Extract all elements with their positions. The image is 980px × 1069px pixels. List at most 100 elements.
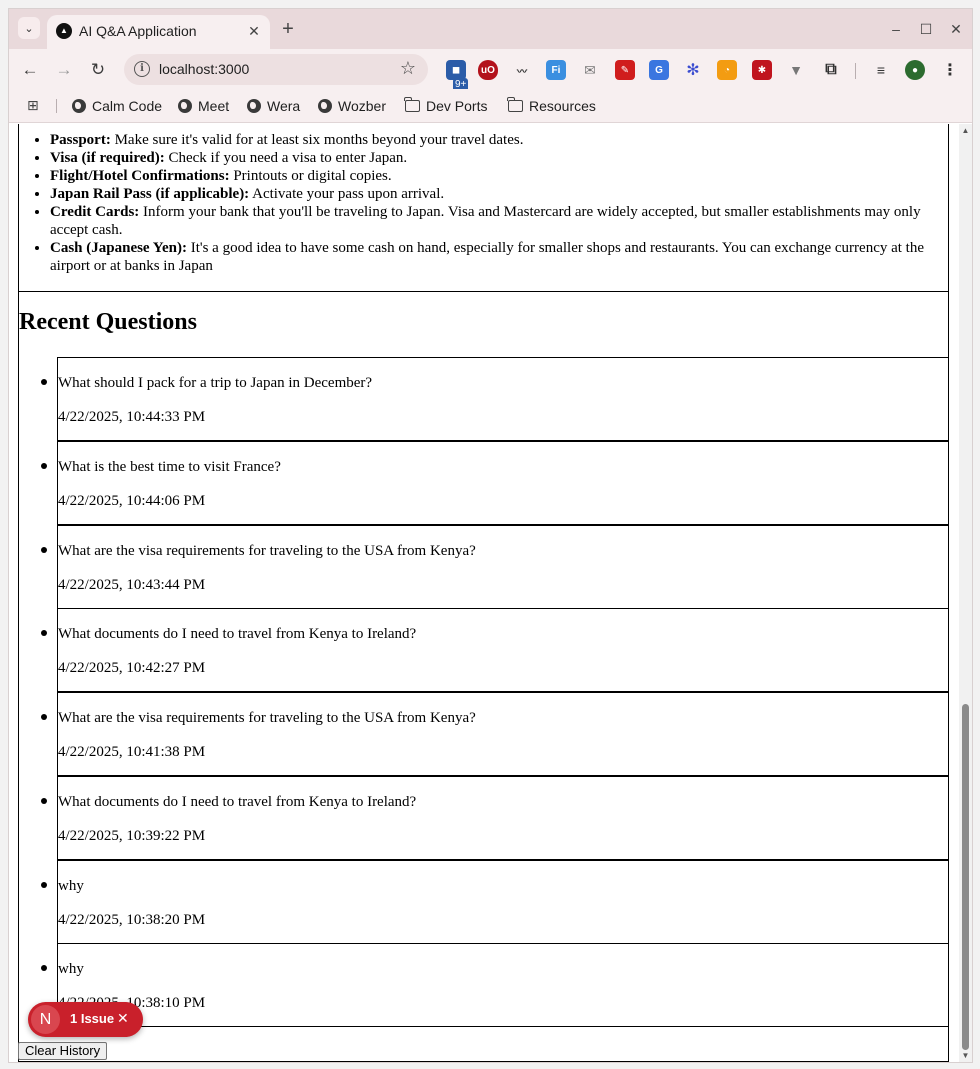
extension-gear-flower-icon[interactable]: ✻	[683, 60, 703, 80]
question-text: What is the best time to visit France?	[58, 459, 281, 475]
maximize-icon[interactable]: ☐	[916, 19, 936, 39]
bullet	[41, 463, 47, 469]
apps-grid-icon[interactable]: ⊞	[27, 98, 41, 112]
reload-icon[interactable]: ↻	[86, 58, 110, 82]
scroll-up-arrow-icon[interactable]: ▲	[961, 126, 970, 135]
answer-text: Check if you need a visa to enter Japan.	[164, 150, 408, 166]
minimize-icon[interactable]: –	[886, 19, 906, 39]
bookmark-resources[interactable]: Resources	[507, 97, 596, 115]
tab-close-icon[interactable]: ✕	[246, 23, 262, 39]
answer-item: Cash (Japanese Yen): It's a good idea to…	[50, 239, 942, 275]
question-timestamp: 4/22/2025, 10:38:20 PM	[58, 912, 206, 928]
ublock-origin-icon[interactable]: uO	[478, 60, 498, 80]
address-url: localhost:3000	[159, 61, 250, 77]
rss-feed-icon[interactable]: ◔	[717, 60, 737, 80]
extensions-puzzle-icon[interactable]: ⧉	[821, 60, 841, 80]
recent-questions-title: Recent Questions	[19, 309, 197, 335]
extension-bitwarden-icon[interactable]: ◼	[446, 60, 466, 80]
bookmark-label: Wozber	[338, 98, 386, 114]
question-text: What documents do I need to travel from …	[58, 794, 417, 810]
bookmarks-separator	[56, 99, 57, 113]
question-text: What are the visa requirements for trave…	[58, 710, 476, 726]
globe-icon	[71, 99, 86, 114]
extension-bug-icon[interactable]: ✱	[752, 60, 772, 80]
bookmark-label: Resources	[529, 98, 596, 114]
media-queue-icon[interactable]: ≡	[871, 60, 891, 80]
question-text: What documents do I need to travel from …	[58, 626, 417, 642]
answer-item: Passport: Make sure it's valid for at le…	[50, 131, 942, 149]
scrollbar-thumb[interactable]	[962, 704, 969, 1050]
mail-icon[interactable]: ✉	[580, 60, 600, 80]
bookmarks-bar: ⊞ Calm Code Meet Wera Wozber Dev Ports R…	[9, 89, 972, 123]
bookmark-label: Calm Code	[92, 98, 163, 114]
google-translate-icon[interactable]: G	[649, 60, 669, 80]
folder-icon	[404, 97, 420, 114]
address-bar[interactable]: i localhost:3000 ☆	[124, 54, 428, 85]
bookmark-label: Meet	[198, 98, 230, 114]
tab-search-chevron-icon[interactable]: ⌄	[18, 17, 40, 39]
answer-text: Activate your pass upon arrival.	[249, 186, 445, 202]
question-item[interactable]: What are the visa requirements for trave…	[41, 692, 949, 776]
answer-text: Printouts or digital copies.	[229, 168, 392, 184]
bullet	[41, 630, 47, 636]
more-menu-icon[interactable]: ⋮	[940, 60, 960, 80]
question-item[interactable]: why 4/22/2025, 10:38:20 PM	[41, 860, 949, 944]
bookmark-label: Dev Ports	[426, 98, 488, 114]
answer-item: Visa (if required): Check if you need a …	[50, 149, 942, 167]
question-item[interactable]: What is the best time to visit France? 4…	[41, 441, 949, 525]
bookmark-wozber[interactable]: Wozber	[317, 97, 386, 115]
answer-list: Passport: Make sure it's valid for at le…	[50, 131, 942, 275]
profile-avatar[interactable]: ●	[905, 60, 925, 80]
question-item[interactable]: What should I pack for a trip to Japan i…	[41, 357, 949, 441]
bookmark-calm-code[interactable]: Calm Code	[71, 97, 162, 115]
extension-mustache-icon[interactable]: 〰	[512, 60, 532, 80]
bookmark-label: Wera	[267, 98, 301, 114]
tab-active[interactable]: ▲ AI Q&A Application ✕	[47, 15, 270, 49]
question-timestamp: 4/22/2025, 10:44:33 PM	[58, 409, 206, 425]
question-item[interactable]: why 4/22/2025, 10:38:10 PM	[41, 943, 949, 1027]
nextjs-issues-overlay[interactable]: N 1 Issue ✕	[28, 1002, 143, 1037]
answer-box: Passport: Make sure it's valid for at le…	[18, 124, 949, 292]
bullet	[41, 547, 47, 553]
bookmark-dev-ports[interactable]: Dev Ports	[404, 97, 488, 115]
question-item[interactable]: What documents do I need to travel from …	[41, 776, 949, 860]
back-arrow-icon[interactable]: ←	[18, 58, 42, 82]
clear-history-button[interactable]: Clear History	[18, 1042, 108, 1060]
answer-item: Flight/Hotel Confirmations: Printouts or…	[50, 167, 942, 185]
question-item[interactable]: What documents do I need to travel from …	[41, 608, 949, 692]
answer-term: Visa (if required):	[50, 150, 165, 166]
bullet	[41, 798, 47, 804]
bookmark-star-icon[interactable]: ☆	[400, 58, 416, 79]
bullet	[41, 965, 47, 971]
question-text: What are the visa requirements for trave…	[58, 543, 476, 559]
question-timestamp: 4/22/2025, 10:42:27 PM	[58, 660, 206, 676]
answer-text: Make sure it's valid for at least six mo…	[110, 132, 524, 148]
window-close-icon[interactable]: ✕	[946, 19, 966, 39]
question-text: why	[58, 878, 84, 894]
bookmark-meet[interactable]: Meet	[177, 97, 229, 115]
nextjs-logo-icon[interactable]: N	[31, 1005, 60, 1034]
tab-title: AI Q&A Application	[79, 23, 197, 39]
question-timestamp: 4/22/2025, 10:43:44 PM	[58, 577, 206, 593]
bullet	[41, 714, 47, 720]
question-item[interactable]: What are the visa requirements for trave…	[41, 525, 949, 609]
answer-item: Japan Rail Pass (if applicable): Activat…	[50, 185, 942, 203]
extension-red-pen-icon[interactable]: ✎	[615, 60, 635, 80]
browser-window: ⌄ ▲ AI Q&A Application ✕ + – ☐ ✕ ← → ↻ i…	[9, 9, 972, 1062]
forward-arrow-icon[interactable]: →	[52, 58, 76, 82]
scroll-down-arrow-icon[interactable]: ▼	[961, 1051, 970, 1060]
new-tab-plus-icon[interactable]: +	[277, 18, 299, 40]
site-info-icon[interactable]: i	[134, 61, 150, 77]
question-text: What should I pack for a trip to Japan i…	[58, 375, 373, 391]
vue-devtools-icon[interactable]: ▼	[786, 60, 806, 80]
answer-term: Flight/Hotel Confirmations:	[50, 168, 230, 184]
bullet	[41, 379, 47, 385]
issues-count-label[interactable]: 1 Issue	[70, 1011, 114, 1026]
bookmark-wera[interactable]: Wera	[246, 97, 300, 115]
extension-fi-icon[interactable]: Fi	[546, 60, 566, 80]
folder-icon	[507, 97, 523, 114]
toolbar-separator	[855, 63, 856, 79]
page-scrollbar[interactable]: ▲ ▼	[959, 124, 972, 1062]
issues-close-icon[interactable]: ✕	[117, 1010, 129, 1027]
answer-term: Credit Cards:	[50, 204, 140, 220]
